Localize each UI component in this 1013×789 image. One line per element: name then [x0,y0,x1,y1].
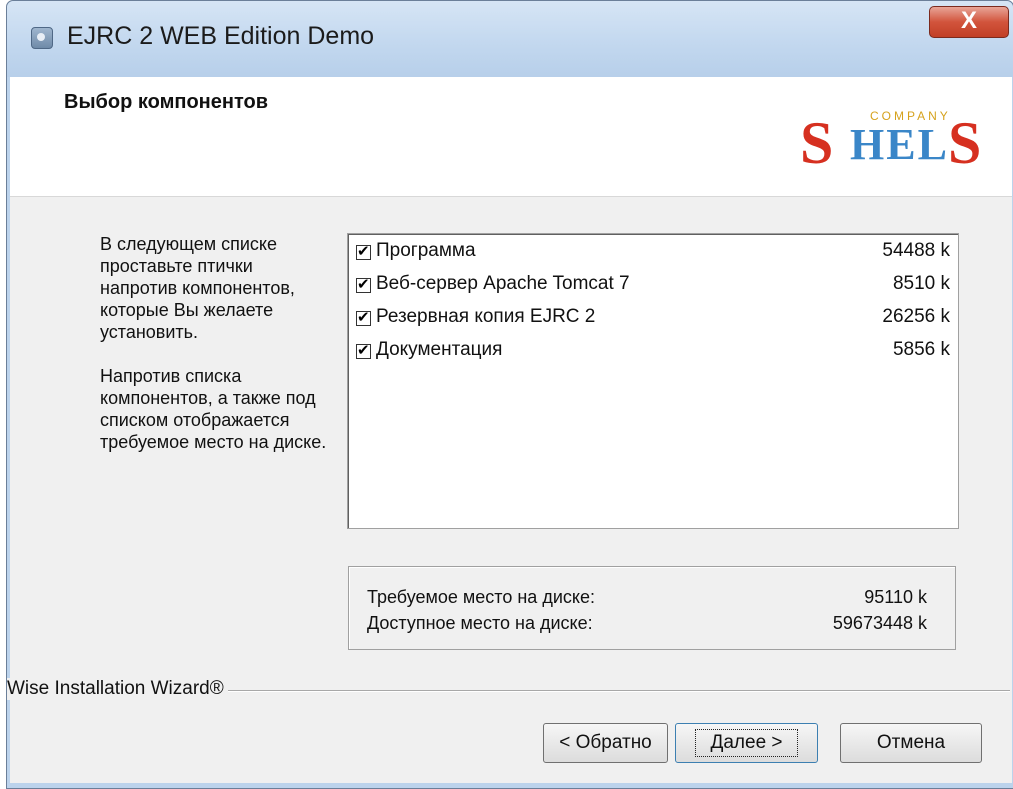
checkbox-checked-icon[interactable] [356,275,371,293]
required-space-row: Требуемое место на диске: 95110 k [367,587,927,608]
checkbox-checked-icon[interactable] [356,308,371,326]
checkbox-checked-icon[interactable] [356,341,371,359]
required-space-label: Требуемое место на диске: [367,587,595,607]
page-title: Выбор компонентов [64,91,268,113]
component-size: 54488 k [882,240,950,261]
component-item[interactable]: Резервная копия EJRC 2 26256 k [356,304,950,334]
component-name: Веб-сервер Apache Tomcat 7 [376,273,630,294]
checkbox-checked-icon[interactable] [356,242,371,260]
window-title: EJRC 2 WEB Edition Demo [67,22,375,50]
component-item[interactable]: Документация 5856 k [356,337,950,367]
close-icon: X [960,7,977,34]
component-item[interactable]: Веб-сервер Apache Tomcat 7 8510 k [356,271,950,301]
shels-logo: S COMPANY HEL S [800,95,1000,185]
next-button-label: Далее > [695,729,798,757]
header-panel: Выбор компонентов S COMPANY HEL S [10,77,1012,197]
logo-letter-right: S [948,110,982,176]
logo-letter-left: S [800,110,834,176]
component-size: 8510 k [892,273,950,294]
component-size: 26256 k [882,306,950,327]
dialog-body: Выбор компонентов S COMPANY HEL S В след… [7,77,1012,783]
instructions-para-2: Напротив списка компонентов, а также под… [100,366,327,452]
cancel-button[interactable]: Отмена [840,723,982,763]
instructions-para-1: В следующем списке проставьте птички нап… [100,234,295,342]
required-space-value: 95110 k [864,587,927,607]
back-button[interactable]: < Обратно [543,723,668,763]
component-item[interactable]: Программа 54488 k [356,238,950,268]
component-name: Документация [376,339,503,360]
disk-space-panel: Требуемое место на диске: 95110 k Доступ… [348,566,956,650]
available-space-value: 59673448 k [832,613,927,633]
component-name: Резервная копия EJRC 2 [376,306,596,327]
wizard-brand-label: Wise Installation Wizard® [7,678,228,700]
instructions: В следующем списке проставьте птички нап… [100,233,330,475]
next-button[interactable]: Далее > [675,723,818,763]
installer-window: EJRC 2 WEB Edition Demo X Выбор компонен… [6,0,1013,789]
available-space-label: Доступное место на диске: [367,613,593,633]
separator-line [220,690,1010,692]
component-name: Программа [376,240,476,261]
installer-icon [31,27,53,49]
close-button[interactable]: X [929,6,1009,38]
logo-middle: HEL [850,120,949,169]
components-list[interactable]: Программа 54488 k Веб-сервер Apache Tomc… [347,233,959,529]
component-size: 5856 k [892,339,950,360]
available-space-row: Доступное место на диске: 59673448 k [367,613,927,634]
title-bar[interactable]: EJRC 2 WEB Edition Demo X [7,1,1013,77]
